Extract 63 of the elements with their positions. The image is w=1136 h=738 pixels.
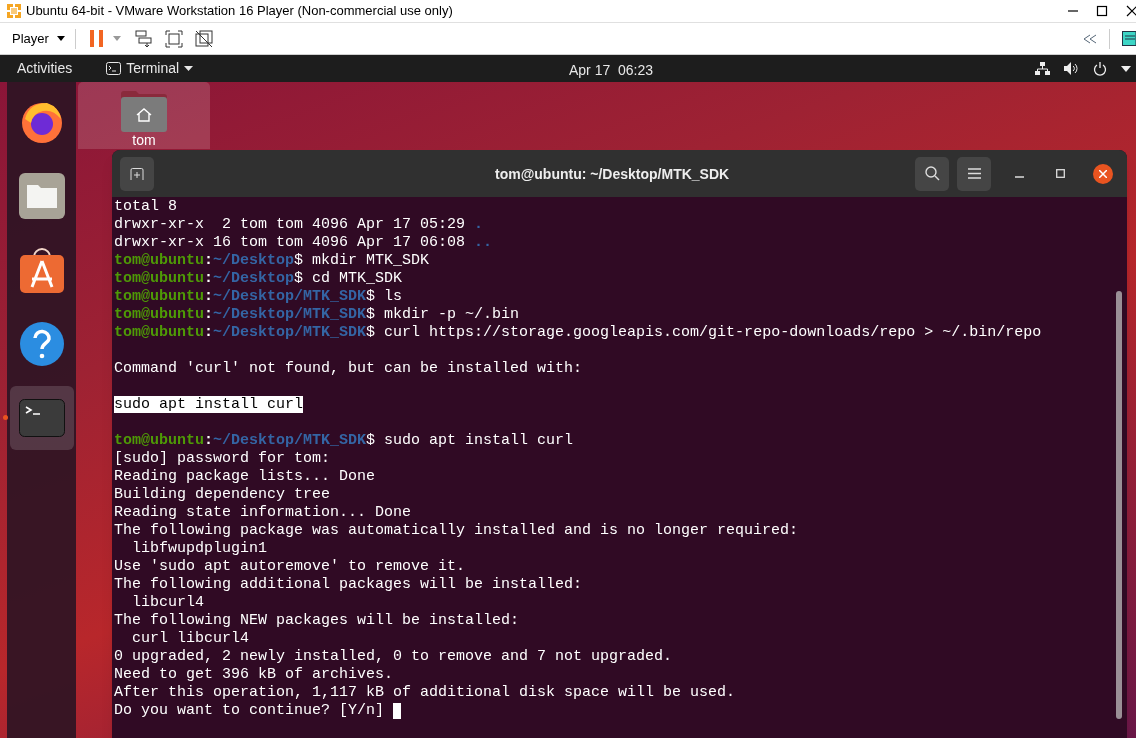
terminal-line: [sudo] password for tom:	[114, 450, 332, 468]
terminal-line: tom@ubuntu:~/Desktop/MTK_SDK$ curl https://storage.googleapis.com/git-repo-downloads/repo > ~/.bin/repo	[114, 324, 1043, 342]
caret-icon[interactable]	[1121, 65, 1131, 72]
fullscreen-icon[interactable]	[164, 29, 183, 48]
app-menu[interactable]: Terminal	[106, 58, 194, 79]
terminal-line: Building dependency tree	[114, 486, 332, 504]
terminal-line: libfwupdplugin1	[131, 540, 269, 558]
terminal-line: Use 'sudo apt autoremove' to remove it.	[114, 558, 467, 576]
network-icon[interactable]	[1035, 62, 1050, 75]
send-keys-icon[interactable]	[134, 29, 153, 48]
desktop-icon[interactable]: tom	[78, 82, 210, 149]
close-icon[interactable]	[1126, 5, 1136, 17]
search-icon	[924, 166, 940, 181]
search-button[interactable]	[915, 156, 949, 191]
close-icon	[1099, 169, 1107, 178]
terminal-icon	[106, 62, 122, 75]
scrollbar[interactable]	[1116, 291, 1122, 719]
folder-icon	[18, 173, 65, 219]
menu-icon	[967, 168, 981, 179]
window-title: tom@ubuntu: ~/Desktop/MTK_SDK	[495, 165, 730, 184]
terminal-line: tom@ubuntu:~/Desktop/MTK_SDK$ ls	[114, 288, 404, 306]
activities-button[interactable]: Activities	[17, 58, 73, 79]
terminal-line: curl libcurl4	[131, 630, 251, 648]
terminal-line: After this operation, 1,117 kB of additional disk space will be used.	[114, 684, 737, 702]
collapse-icon[interactable]	[1083, 33, 1097, 44]
terminal-line: tom@ubuntu:~/Desktop$ mkdir MTK_SDK	[114, 252, 431, 270]
terminal-line: The following additional packages will be installed:	[114, 576, 584, 594]
maximize-icon[interactable]	[1096, 5, 1108, 17]
terminal-line: Do you want to continue? [Y/n]	[114, 702, 386, 720]
menu-button[interactable]	[957, 156, 991, 191]
question-mark-icon	[18, 321, 65, 367]
terminal-line: 0 upgraded, 2 newly installed, 0 to remove and 7 not upgraded.	[114, 648, 674, 666]
home-folder-icon	[121, 91, 167, 132]
unity-icon[interactable]	[194, 29, 213, 48]
terminal-line: The following package was automatically installed and is no longer required:	[114, 522, 800, 540]
player-menu[interactable]: Player	[12, 28, 65, 49]
caret-icon	[184, 66, 194, 71]
new-tab-icon	[130, 167, 144, 180]
terminal-line: drwxr-xr-x 2 tom tom 4096 Apr 17 05:29 .	[114, 216, 485, 234]
caret-icon	[56, 36, 65, 41]
volume-icon[interactable]	[1064, 62, 1079, 75]
window-title: Ubuntu 64-bit - VMware Workstation 16 Player (Non-commercial use only)	[26, 2, 453, 21]
note-icon[interactable]	[1122, 30, 1136, 47]
terminal-line: total 8	[114, 198, 178, 216]
terminal-line: Reading state information... Done	[114, 504, 413, 522]
close-button[interactable]	[1093, 163, 1113, 184]
pause-icon[interactable]	[89, 30, 104, 47]
terminal-icon	[18, 399, 65, 437]
terminal-line: tom@ubuntu:~/Desktop/MTK_SDK$ sudo apt install curl	[114, 432, 575, 450]
new-tab-button[interactable]	[120, 156, 154, 191]
terminal-line: Need to get 396 kB of archives.	[114, 666, 395, 684]
terminal-line: The following NEW packages will be installed:	[114, 612, 521, 630]
vmware-logo-icon	[6, 3, 22, 19]
terminal-line: drwxr-xr-x 16 tom tom 4096 Apr 17 06:08 ..	[114, 234, 494, 252]
terminal-line: Reading package lists... Done	[114, 468, 377, 486]
selected-text: sudo apt install curl	[114, 396, 304, 413]
clock[interactable]: Apr 17 06:23	[569, 60, 654, 81]
shopping-bag-icon	[18, 247, 65, 293]
terminal-line: libcurl4	[131, 594, 205, 612]
terminal-line: Command 'curl' not found, but can be installed with:	[114, 360, 584, 378]
terminal-line: tom@ubuntu:~/Desktop/MTK_SDK$ mkdir -p ~/.bin	[114, 306, 521, 324]
terminal-line: tom@ubuntu:~/Desktop$ cd MTK_SDK	[114, 270, 404, 288]
power-icon[interactable]	[1093, 61, 1107, 76]
